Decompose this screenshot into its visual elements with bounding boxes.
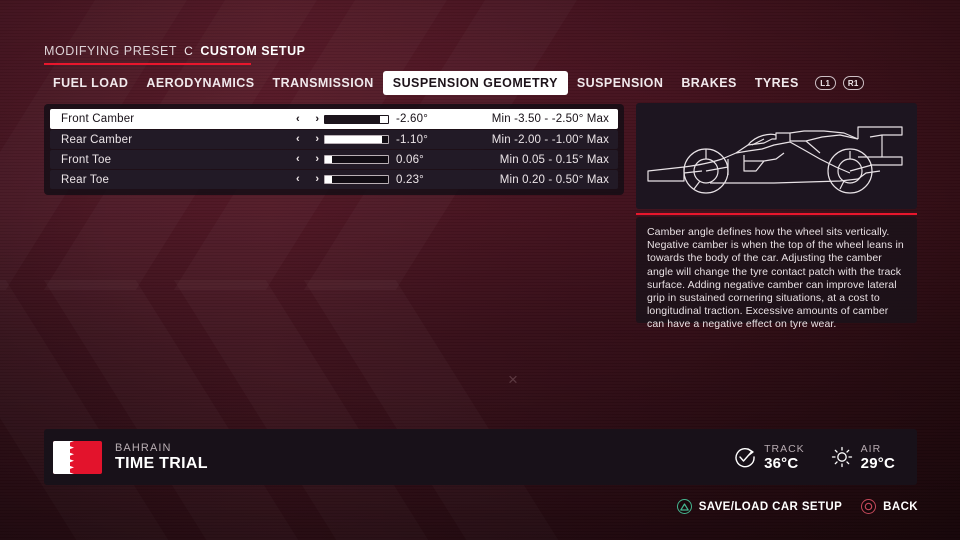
setup-row-range: Min -3.50 - -2.50° Max xyxy=(491,113,609,125)
setup-row-rear-toe[interactable]: Rear Toe ‹ › 0.23° Min 0.20 - 0.50° Max xyxy=(50,170,618,189)
preset-underline xyxy=(44,63,251,65)
chevron-left-icon[interactable]: ‹ xyxy=(296,113,300,125)
setup-row-front-camber[interactable]: Front Camber ‹ › -2.60° Min -3.50 - -2.5… xyxy=(50,109,618,129)
tab-brakes[interactable]: BRAKES xyxy=(672,71,745,95)
setup-row-range: Min -2.00 - -1.00° Max xyxy=(491,133,609,146)
setup-row-slider[interactable] xyxy=(324,114,389,124)
setup-row-arrows[interactable]: ‹ › xyxy=(296,134,319,145)
triangle-button-icon xyxy=(676,499,692,514)
air-temp-value: 29°C xyxy=(860,454,895,472)
car-preview-panel xyxy=(636,103,917,209)
setup-rows-panel: Front Camber ‹ › -2.60° Min -3.50 - -2.5… xyxy=(44,104,624,195)
save-load-car-setup-button[interactable]: SAVE/LOAD CAR SETUP xyxy=(676,499,843,514)
setup-row-value: -1.10° xyxy=(396,133,429,146)
tab-fuel-load[interactable]: FUEL LOAD xyxy=(44,71,137,95)
track-country: BAHRAIN xyxy=(115,441,172,454)
air-temperature: AIR 29°C xyxy=(831,443,895,472)
sun-icon xyxy=(831,446,852,468)
setup-row-label: Rear Toe xyxy=(61,173,110,186)
preset-key-hint: C xyxy=(184,44,194,58)
chevron-right-icon[interactable]: › xyxy=(315,134,319,145)
back-button[interactable]: BACK xyxy=(861,499,918,514)
panel-divider-rule xyxy=(636,213,917,215)
chevron-right-icon[interactable]: › xyxy=(315,113,319,125)
bumper-l1-icon[interactable]: L1 xyxy=(814,76,836,90)
setup-row-arrows[interactable]: ‹ › xyxy=(296,154,319,165)
slider-fill xyxy=(325,176,332,183)
track-temperature-icon xyxy=(735,448,755,468)
preset-header: MODIFYING PRESET C CUSTOM SETUP xyxy=(44,44,305,65)
chevron-right-icon[interactable]: › xyxy=(315,174,319,185)
slider-fill xyxy=(325,136,382,143)
description-panel: Camber angle defines how the wheel sits … xyxy=(636,217,917,330)
session-mode: TIME TRIAL xyxy=(115,454,208,472)
setup-row-value: -2.60° xyxy=(396,113,429,125)
slider-fill xyxy=(325,115,381,123)
setup-row-range: Min 0.05 - 0.15° Max xyxy=(499,153,609,166)
setup-row-label: Front Toe xyxy=(61,153,112,166)
chevron-left-icon[interactable]: ‹ xyxy=(296,174,300,185)
footer-actions: SAVE/LOAD CAR SETUP BACK xyxy=(676,499,918,514)
setup-row-label: Rear Camber xyxy=(61,133,133,146)
track-temp-label: TRACK xyxy=(764,442,805,455)
center-mark: × xyxy=(508,370,518,389)
temperature-group: TRACK 36°C AIR 29°C xyxy=(734,443,895,472)
circle-button-icon xyxy=(861,499,877,514)
setup-row-slider[interactable] xyxy=(324,155,389,164)
setup-row-slider[interactable] xyxy=(324,175,389,184)
tab-aerodynamics[interactable]: AERODYNAMICS xyxy=(137,71,263,95)
bahrain-flag-icon xyxy=(53,440,102,474)
setup-row-arrows[interactable]: ‹ › xyxy=(296,113,319,125)
air-temp-label: AIR xyxy=(860,442,882,455)
setup-row-value: 0.23° xyxy=(396,173,424,186)
setup-row-range: Min 0.20 - 0.50° Max xyxy=(499,173,609,186)
setup-row-slider[interactable] xyxy=(324,135,389,144)
back-label: BACK xyxy=(883,500,918,513)
flag-zigzag xyxy=(65,440,74,474)
track-info-bar: BAHRAIN TIME TRIAL TRACK 36°C AIR 29°C xyxy=(44,429,917,485)
setup-row-rear-camber[interactable]: Rear Camber ‹ › -1.10° Min -2.00 - -1.00… xyxy=(50,130,618,149)
preset-name: CUSTOM SETUP xyxy=(200,44,306,58)
chevron-right-icon[interactable]: › xyxy=(315,154,319,165)
setup-row-arrows[interactable]: ‹ › xyxy=(296,174,319,185)
tab-suspension[interactable]: SUSPENSION xyxy=(568,71,672,95)
preset-label: MODIFYING PRESET xyxy=(44,44,178,58)
chevron-left-icon[interactable]: ‹ xyxy=(296,154,300,165)
setup-row-value: 0.06° xyxy=(396,153,424,166)
chevron-left-icon[interactable]: ‹ xyxy=(296,134,300,145)
preset-line: MODIFYING PRESET C CUSTOM SETUP xyxy=(44,44,305,62)
save-load-label: SAVE/LOAD CAR SETUP xyxy=(698,500,843,513)
f1-car-side-view-icon xyxy=(647,126,903,194)
tab-suspension-geometry[interactable]: SUSPENSION GEOMETRY xyxy=(382,71,568,95)
setup-row-front-toe[interactable]: Front Toe ‹ › 0.06° Min 0.05 - 0.15° Max xyxy=(50,150,618,169)
track-name-block: BAHRAIN TIME TRIAL xyxy=(115,442,208,473)
track-temperature: TRACK 36°C xyxy=(734,443,805,472)
setup-row-label: Front Camber xyxy=(61,113,135,125)
setup-tabs: FUEL LOAD AERODYNAMICS TRANSMISSION SUSP… xyxy=(44,71,864,95)
bumper-r1-icon[interactable]: R1 xyxy=(842,76,864,90)
slider-fill xyxy=(325,156,332,163)
description-text: Camber angle defines how the wheel sits … xyxy=(647,226,904,331)
track-temp-value: 36°C xyxy=(764,454,799,472)
tab-transmission[interactable]: TRANSMISSION xyxy=(264,71,383,95)
tab-tyres[interactable]: TYRES xyxy=(746,71,808,95)
